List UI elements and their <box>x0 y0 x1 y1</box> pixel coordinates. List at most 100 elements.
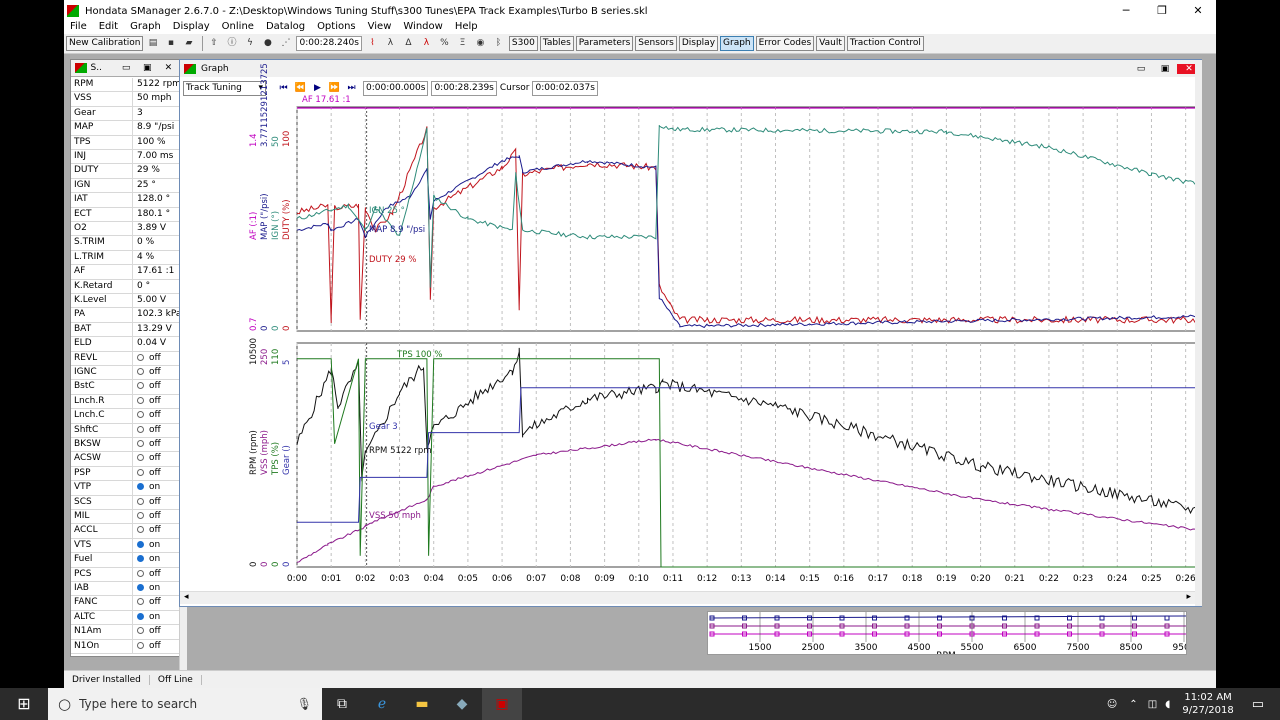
tab-vault[interactable]: Vault <box>816 36 845 51</box>
network-icon[interactable]: ◫ <box>1148 699 1157 710</box>
people-icon[interactable]: ☺ <box>1107 699 1117 710</box>
sensor-row[interactable]: IGNC off <box>71 366 179 381</box>
panel-restore-button[interactable]: ▣ <box>137 63 158 73</box>
graph-vertical-scrollbar[interactable] <box>1195 60 1202 606</box>
menu-options[interactable]: Options <box>311 21 362 32</box>
lambda-icon[interactable]: λ <box>383 36 398 51</box>
sensor-row[interactable]: BstC off <box>71 380 179 395</box>
sensor-row[interactable]: DUTY 29 % <box>71 164 179 179</box>
sensor-row[interactable]: ACCL off <box>71 524 179 539</box>
menu-window[interactable]: Window <box>397 21 448 32</box>
save-icon[interactable]: ▪ <box>163 36 178 51</box>
scroll-right-icon[interactable]: ▸ <box>1186 592 1191 602</box>
sensor-row[interactable]: K.Retard 0 ° <box>71 279 179 294</box>
rpm-minimap[interactable]: 1500 2500 3500 4500 5500 6500 7500 8500 9500 RPM <box>707 611 1196 661</box>
record-icon[interactable]: ● <box>260 36 275 51</box>
tune-icon[interactable]: ⌇ <box>365 36 380 51</box>
sensor-row[interactable]: INJ 7.00 ms <box>71 150 179 165</box>
sensor-row[interactable]: IGN 25 ° <box>71 178 179 194</box>
graph-chart[interactable]: 0:00 0:01 0:02 0:03 0:04 0:05 0:06 0:07 0:08 0:09… <box>180 60 1195 590</box>
chevron-up-icon[interactable]: ⌃ <box>1129 699 1137 710</box>
sensor-value: 29 % <box>137 165 160 176</box>
task-view-icon[interactable]: ⧉ <box>322 688 362 720</box>
open-icon[interactable]: ▤ <box>145 36 160 51</box>
sensor-row[interactable]: PSP off <box>71 466 179 482</box>
sensor-row[interactable]: ALTC on <box>71 610 179 626</box>
sensor-row[interactable]: VSS 50 mph <box>71 92 179 107</box>
sensor-row[interactable]: K.Level 5.00 V <box>71 294 179 309</box>
sensor-row[interactable]: Fuel on <box>71 553 179 568</box>
lambda-red-icon[interactable]: λ <box>419 36 434 51</box>
panel-minimize-button[interactable]: ▭ <box>116 63 137 73</box>
windows-start-icon[interactable]: ⊞ <box>0 688 48 720</box>
flash-icon[interactable]: ϟ <box>242 36 257 51</box>
menu-file[interactable]: File <box>64 21 93 32</box>
scroll-left-icon[interactable]: ◂ <box>184 592 189 602</box>
log-icon[interactable]: ⋰ <box>278 36 293 51</box>
taskbar-search-box[interactable]: ○ Type here to search 🎙 <box>48 688 322 720</box>
sensor-row[interactable]: PCS off <box>71 567 179 582</box>
microphone-icon[interactable]: 🎙 <box>297 697 312 711</box>
sensor-row[interactable]: MAP 8.9 "/psi <box>71 121 179 136</box>
sensor-row[interactable]: ECT 180.1 ° <box>71 207 179 222</box>
sensor-row[interactable]: MIL off <box>71 510 179 525</box>
sensor-row[interactable]: BKSW off <box>71 438 179 453</box>
new-calibration-button[interactable]: New Calibration <box>66 36 144 51</box>
tab-error-codes[interactable]: Error Codes <box>755 36 815 51</box>
sensor-row[interactable]: ShftC off <box>71 423 179 438</box>
sensor-row[interactable]: BAT 13.29 V <box>71 322 179 338</box>
menu-edit[interactable]: Edit <box>93 21 124 32</box>
globe-icon[interactable]: ◉ <box>473 36 488 51</box>
sensor-row[interactable]: VTP on <box>71 481 179 496</box>
file-explorer-icon[interactable]: ▬ <box>402 688 442 720</box>
app-pinned-icon[interactable]: ◆ <box>442 688 482 720</box>
tab-display[interactable]: Display <box>678 36 719 51</box>
sensor-row[interactable]: L.TRIM 4 % <box>71 250 179 266</box>
volume-icon[interactable]: ◖ <box>1165 699 1170 710</box>
menu-help[interactable]: Help <box>449 21 484 32</box>
sensor-row[interactable]: S.TRIM 0 % <box>71 236 179 251</box>
tab-tables[interactable]: Tables <box>539 36 574 51</box>
tab-s300[interactable]: S300 <box>508 36 538 51</box>
folder-icon[interactable]: ▰ <box>181 36 196 51</box>
sensor-row[interactable]: SCS off <box>71 495 179 510</box>
menu-graph[interactable]: Graph <box>124 21 167 32</box>
panel-close-button[interactable]: ✕ <box>158 63 179 73</box>
upload-icon[interactable]: ⇧ <box>206 36 221 51</box>
delta-icon[interactable]: Δ <box>401 36 416 51</box>
xi-icon[interactable]: Ξ <box>455 36 470 51</box>
menu-display[interactable]: Display <box>167 21 216 32</box>
sensor-row[interactable]: IAT 128.0 ° <box>71 193 179 208</box>
tab-traction-control[interactable]: Traction Control <box>846 36 924 51</box>
clock[interactable]: 11:02 AM 9/27/2018 <box>1174 691 1241 717</box>
sensor-row[interactable]: N1On off <box>71 639 179 654</box>
sensor-row[interactable]: TPS 100 % <box>71 135 179 150</box>
sensor-row[interactable]: Lnch.R off <box>71 394 179 410</box>
menu-online[interactable]: Online <box>216 21 260 32</box>
edge-browser-icon[interactable]: ℯ <box>362 688 402 720</box>
sensor-row[interactable]: IAB on <box>71 582 179 597</box>
smanager-taskbar-icon[interactable]: ▣ <box>482 688 522 720</box>
bluetooth-icon[interactable]: ᛒ <box>491 36 506 51</box>
percent-icon[interactable]: % <box>437 36 452 51</box>
sensor-row[interactable]: PA 102.3 kPa <box>71 308 179 323</box>
sensor-row[interactable]: RPM 5122 rpm <box>71 78 179 93</box>
graph-horizontal-scrollbar[interactable]: ◂ ▸ <box>180 591 1195 604</box>
sensor-row[interactable]: N1Am off <box>71 625 179 640</box>
sensor-row[interactable]: ELD 0.04 V <box>71 337 179 352</box>
sensor-row[interactable]: Gear 3 <box>71 106 179 122</box>
notifications-icon[interactable]: ▭ <box>1252 697 1264 712</box>
sensor-row[interactable]: FANC off <box>71 596 179 611</box>
menu-datalog[interactable]: Datalog <box>260 21 311 32</box>
tab-sensors[interactable]: Sensors <box>635 36 677 51</box>
tab-parameters[interactable]: Parameters <box>575 36 634 51</box>
sensor-row[interactable]: REVL off <box>71 351 179 366</box>
tab-graph[interactable]: Graph <box>720 36 754 51</box>
sensor-row[interactable]: AF 17.61 :1 <box>71 265 179 280</box>
menu-view[interactable]: View <box>362 21 398 32</box>
sensor-row[interactable]: VTS on <box>71 538 179 554</box>
info-icon[interactable]: ⓘ <box>224 36 239 51</box>
sensor-row[interactable]: O2 3.89 V <box>71 222 179 237</box>
sensor-row[interactable]: Lnch.C off <box>71 409 179 424</box>
sensor-row[interactable]: ACSW off <box>71 452 179 467</box>
